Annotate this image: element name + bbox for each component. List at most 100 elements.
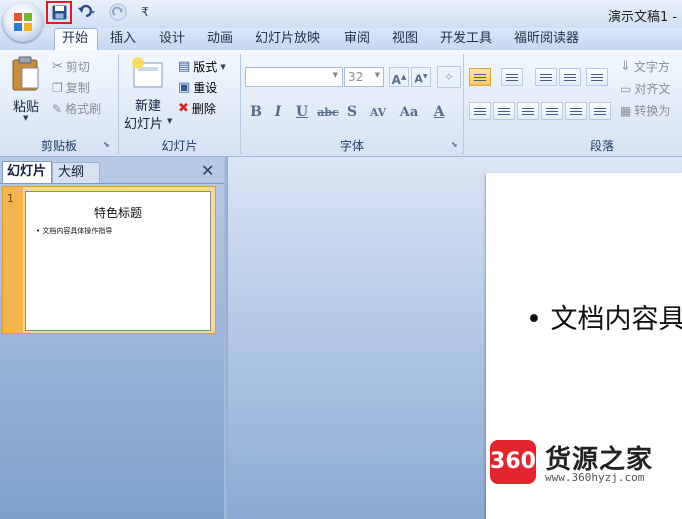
font-name-dropdown-icon: ▼ [332,71,338,79]
tab-foxit-reader[interactable]: 福昕阅读器 [514,28,579,50]
tab-outline[interactable]: 大纲 [52,162,100,183]
thumbnail-bullet: • 文档内容具体操作指导 [36,227,113,235]
tab-animations[interactable]: 动画 [207,28,233,50]
tab-slides[interactable]: 幻灯片 [2,161,52,183]
convert-label: 转换为 [634,104,671,118]
layout-button[interactable]: ▤ 版式 ▼ [178,58,226,76]
paragraph-group-label: 段落 [589,139,614,153]
font-color-button[interactable]: A [428,102,450,122]
line-spacing-button[interactable] [586,68,608,86]
thumbnail-title: 特色标题 [93,206,142,220]
smartart-icon: ▦ [620,104,632,118]
paste-dropdown-icon: ▼ [23,114,29,122]
tab-insert[interactable]: 插入 [110,28,136,50]
reset-icon: ▣ [178,80,191,95]
shadow-button[interactable]: S [344,102,360,122]
slide-body-text[interactable]: • 文档内容具 [526,297,682,336]
align-left-button[interactable] [469,102,491,120]
font-size-dropdown-icon: ▼ [374,71,380,79]
shrink-font-icon[interactable]: A▼ [411,67,431,87]
char-spacing-button[interactable]: AV [365,102,391,122]
copy-label: 复制 [65,81,90,95]
text-direction-label: 文字方 [633,60,670,74]
redo-icon [109,3,127,21]
clear-formatting-icon[interactable]: ✧ [437,66,461,88]
close-icon[interactable]: ✕ [201,163,214,179]
copy-button[interactable]: ❐ 复制 [52,79,90,97]
bullets-button[interactable] [469,68,491,86]
undo-icon [78,4,95,18]
numbering-button[interactable] [501,68,523,86]
paste-label: 粘贴 [13,100,40,115]
tab-review[interactable]: 审阅 [344,28,370,50]
office-logo-icon [14,13,32,31]
delete-label: 删除 [191,102,216,116]
tab-design[interactable]: 设计 [159,28,185,50]
columns-button[interactable] [589,102,611,120]
bold-button[interactable]: B [247,102,265,122]
decrease-indent-button[interactable] [535,68,557,86]
text-direction-button[interactable]: ⇓ 文字方 [620,58,670,76]
save-button[interactable] [50,3,68,21]
format-painter-button[interactable]: ✎ 格式刷 [52,100,101,118]
italic-button[interactable]: I [270,102,286,122]
delete-slide-button[interactable]: ✖ 删除 [178,100,216,118]
delete-icon: ✖ [178,101,189,116]
align-right-button[interactable] [517,102,539,120]
strikethrough-button[interactable]: abc [316,102,340,122]
cut-button[interactable]: ✂ 剪切 [52,58,90,76]
title-bar [0,0,682,28]
change-case-button[interactable]: Aa [395,102,423,122]
paste-button[interactable]: 粘贴 ▼ [8,56,46,126]
underline-button[interactable]: U [293,102,311,122]
copy-icon: ❐ [52,81,63,95]
tab-home[interactable]: 开始 [62,28,88,50]
layout-dropdown-icon: ▼ [220,63,226,71]
convert-smartart-button[interactable]: ▦ 转换为 [620,102,670,120]
slide-number: 1 [7,192,14,205]
paste-icon [12,56,39,91]
pane-divider [0,183,224,184]
customize-qat-icon[interactable]: ₹ [138,3,152,21]
distribute-button[interactable] [565,102,587,120]
slides-group-label: 幻灯片 [161,139,198,153]
new-slide-button[interactable]: 新建 幻灯片 ▼ [122,55,174,135]
clipboard-group-label: 剪贴板 [40,139,77,153]
watermark-url: www.360hyzj.com [545,471,645,484]
reset-label: 重设 [193,81,218,95]
align-text-label: 对齐文 [634,82,671,96]
redo-button[interactable] [106,3,130,21]
font-size-combo[interactable]: 32 ▼ [344,67,384,87]
new-slide-icon [132,57,163,88]
tab-developer[interactable]: 开发工具 [440,28,492,50]
layout-icon: ▤ [178,59,191,74]
justify-button[interactable] [541,102,563,120]
undo-button[interactable] [76,3,98,21]
tab-view[interactable]: 视图 [392,28,418,50]
align-text-button[interactable]: ▭ 对齐文 [620,80,670,98]
font-name-combo[interactable]: ▼ [245,67,343,87]
new-slide-label-1: 新建 [135,99,162,114]
font-launcher-icon[interactable]: ⬊ [451,140,458,149]
tab-slideshow[interactable]: 幻灯片放映 [255,28,320,50]
font-group-label: 字体 [339,139,364,153]
save-icon [52,5,66,19]
grow-font-icon[interactable]: A▲ [389,67,409,87]
window-title: 演示文稿1 - [608,10,678,25]
layout-label: 版式 [193,60,218,74]
watermark-logo: 360 [490,440,536,484]
reset-button[interactable]: ▣ 重设 [178,79,217,97]
new-slide-label-2: 幻灯片 [124,117,164,132]
cut-label: 剪切 [65,60,90,74]
scissors-icon: ✂ [52,59,63,74]
align-text-icon: ▭ [620,82,632,96]
font-size-value: 32 [348,70,364,84]
format-painter-label: 格式刷 [65,102,102,116]
brush-icon: ✎ [52,102,63,116]
new-slide-dropdown-icon: ▼ [167,117,173,125]
text-direction-icon: ⇓ [620,59,631,74]
office-button[interactable] [3,2,43,42]
align-center-button[interactable] [493,102,515,120]
clipboard-launcher-icon[interactable]: ⬊ [103,140,110,149]
increase-indent-button[interactable] [559,68,581,86]
